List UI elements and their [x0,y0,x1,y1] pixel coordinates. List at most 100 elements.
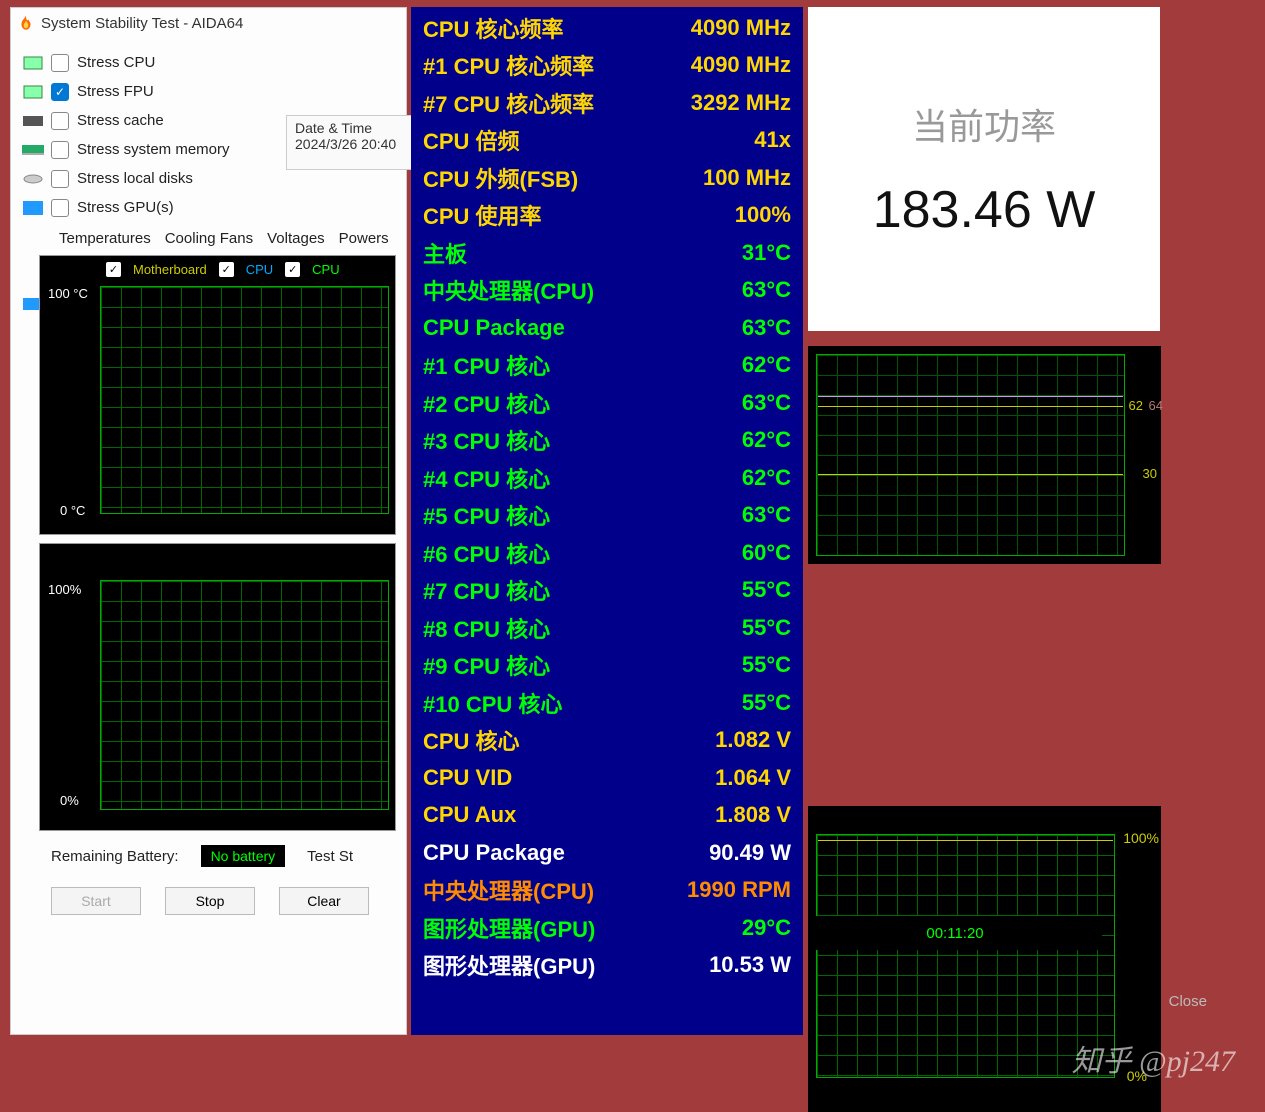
footer: Remaining Battery: No battery Test St [11,839,406,877]
temperature-graph: Motherboard CPU CPU 100 °C 0 °C [39,255,396,535]
osd-row-0: CPU 核心频率4090 MHz [423,9,791,47]
osd-value: 4090 MHz [691,15,791,41]
memory-icon [21,141,45,159]
osd-row-11: #3 CPU 核心62°C [423,422,791,460]
watermark: 知乎 @pj247 [1072,1036,1235,1080]
osd-value: 1990 RPM [687,877,791,903]
stress-memory-label: Stress system memory [77,141,230,158]
elapsed-timer: 00:11:20 [808,916,1102,950]
battery-value: No battery [201,845,286,867]
tab-cooling-fans[interactable]: Cooling Fans [165,230,253,247]
osd-label: #5 CPU 核心 [423,499,550,531]
clear-button[interactable]: Clear [279,887,369,915]
fpu-chip-icon [21,83,45,101]
osd-value: 1.082 V [715,727,791,753]
osd-row-14: #6 CPU 核心 60°C [423,534,791,572]
osd-row-17: #9 CPU 核心55°C [423,647,791,685]
flame-icon [17,14,35,32]
osd-row-3: CPU 倍频41x [423,122,791,160]
osd-value: 62°C [742,427,791,453]
start-button[interactable]: Start [51,887,141,915]
stress-fpu-label: Stress FPU [77,83,154,100]
y-axis-max: 100 °C [48,286,88,301]
disk-icon [21,170,45,188]
stress-disks-checkbox[interactable] [51,170,69,188]
osd-row-19: CPU 核心 1.082 V [423,722,791,760]
osd-value: 100 MHz [703,165,791,191]
osd-label: #10 CPU 核心 [423,687,562,719]
osd-value: 63°C [742,390,791,416]
osd-value: 62°C [742,352,791,378]
osd-value: 3292 MHz [691,90,791,116]
osd-row-7: 中央处理器(CPU) 63°C [423,272,791,310]
osd-value: 62°C [742,465,791,491]
close-button[interactable]: Close [1169,993,1207,1010]
osd-value: 31°C [742,240,791,266]
osd-value: 100% [735,202,791,228]
osd-value: 55°C [742,690,791,716]
osd-row-15: #7 CPU 核心55°C [423,572,791,610]
osd-label: CPU 外频(FSB) [423,162,578,194]
osd-row-2: #7 CPU 核心频率3292 MHz [423,84,791,122]
stress-disks-label: Stress local disks [77,170,193,187]
osd-value: 1.808 V [715,802,791,828]
timer-value: 00:11:20 [926,925,983,942]
osd-label: 主板 [423,237,467,269]
stress-gpu-label: Stress GPU(s) [77,199,174,216]
osd-row-4: CPU 外频(FSB) 100 MHz [423,159,791,197]
stop-button[interactable]: Stop [165,887,255,915]
cpu-chip-icon [21,54,45,72]
osd-row-8: CPU Package63°C [423,309,791,347]
stress-cache-label: Stress cache [77,112,164,129]
right-temperature-graph: 62 64 30 [808,346,1161,564]
osd-label: CPU Package [423,840,565,866]
osd-label: 图形处理器(GPU) [423,949,595,981]
osd-value: 4090 MHz [691,52,791,78]
stress-cpu-label: Stress CPU [77,54,155,71]
legend-cpup: CPU [312,262,339,277]
control-buttons: Start Stop Clear [11,877,406,925]
stress-gpu-checkbox[interactable] [51,199,69,217]
rg2-top: 100% [1123,830,1159,846]
legend-checkbox-mb[interactable] [106,262,121,277]
test-status-label: Test St [307,848,353,865]
title-bar: System Stability Test - AIDA64 [11,8,406,38]
legend-checkbox-cpu[interactable] [219,262,234,277]
stress-cache-checkbox[interactable] [51,112,69,130]
osd-label: #9 CPU 核心 [423,649,550,681]
osd-value: 55°C [742,615,791,641]
datetime-header: Date & Time 2024/3/26 20:40 [286,115,416,170]
osd-label: #7 CPU 核心 [423,574,550,606]
power-value: 183.46 W [873,180,1096,240]
osd-label: CPU 使用率 [423,199,542,231]
osd-value: 60°C [742,540,791,566]
legend-cpu: CPU [246,262,273,277]
tab-powers[interactable]: Powers [339,230,389,247]
aida64-window: System Stability Test - AIDA64 Stress CP… [10,7,407,1035]
osd-label: CPU 倍频 [423,124,520,156]
osd-label: #6 CPU 核心 [423,537,550,569]
osd-label: #1 CPU 核心频率 [423,49,594,81]
legend-checkbox-cpup[interactable] [285,262,300,277]
osd-row-9: #1 CPU 核心62°C [423,347,791,385]
osd-value: 63°C [742,277,791,303]
stress-memory-checkbox[interactable] [51,141,69,159]
osd-row-18: #10 CPU 核心 55°C [423,684,791,722]
osd-value: 1.064 V [715,765,791,791]
gpu-icon [21,199,45,217]
osd-row-1: #1 CPU 核心频率 4090 MHz [423,47,791,85]
osd-row-20: CPU VID 1.064 V [423,759,791,797]
osd-label: CPU VID [423,765,512,791]
osd-label: #2 CPU 核心 [423,387,550,419]
rg1-value-c: 30 [1143,466,1157,481]
osd-label: CPU Package [423,315,565,341]
osd-label: 中央处理器(CPU) [423,274,594,306]
stress-cpu-checkbox[interactable] [51,54,69,72]
osd-value: 90.49 W [709,840,791,866]
osd-value: 63°C [742,502,791,528]
stress-fpu-checkbox[interactable] [51,83,69,101]
osd-value: 29°C [742,915,791,941]
osd-label: CPU 核心 [423,724,520,756]
tab-voltages[interactable]: Voltages [267,230,325,247]
tab-temperatures[interactable]: Temperatures [59,230,151,247]
